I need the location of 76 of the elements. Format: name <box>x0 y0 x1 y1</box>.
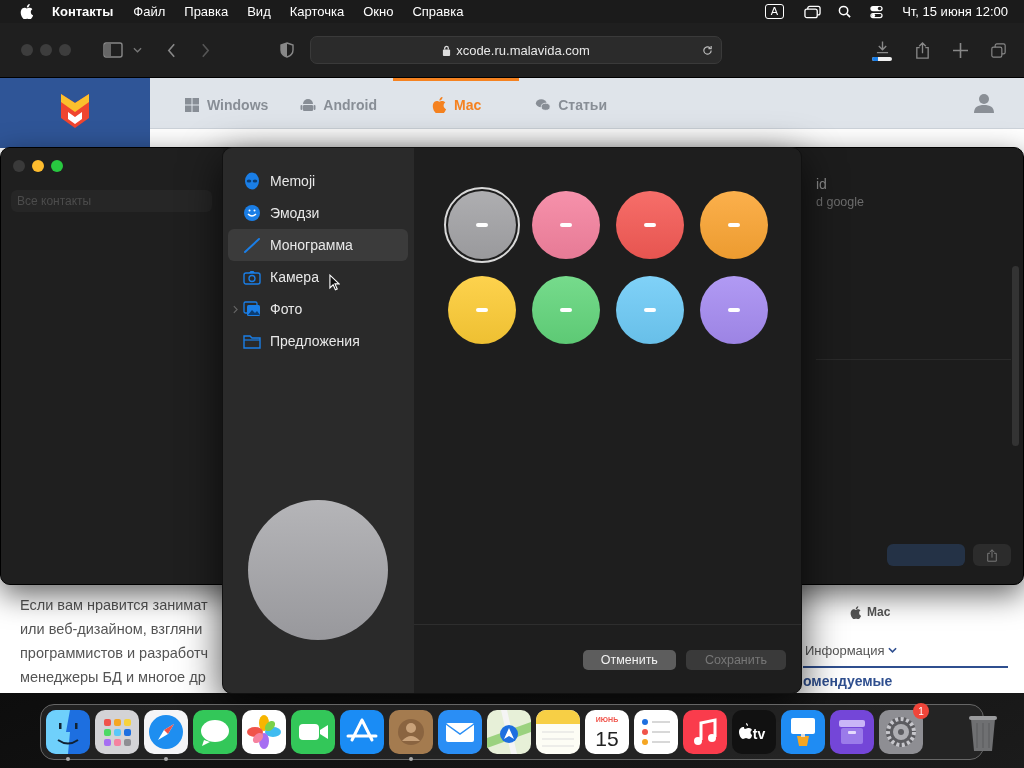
search-icon[interactable] <box>838 5 852 18</box>
checklist-icon[interactable] <box>634 710 678 754</box>
notepad-icon[interactable] <box>536 710 580 754</box>
back-icon[interactable] <box>167 42 176 58</box>
envelope-icon[interactable] <box>438 710 482 754</box>
menu-item[interactable]: Справка <box>412 4 464 19</box>
section-heading: омендуемые <box>803 673 893 689</box>
shield-icon[interactable] <box>280 42 294 58</box>
app-store-icon[interactable] <box>340 710 384 754</box>
reload-icon[interactable] <box>702 44 713 56</box>
tv-app-icon[interactable]: tv <box>732 710 776 754</box>
menu-item[interactable]: Окно <box>363 4 394 19</box>
folder-icon <box>243 332 261 350</box>
notification-badge: 1 <box>913 703 929 719</box>
pencil-line-icon <box>243 236 261 254</box>
menu-item[interactable]: Правка <box>184 4 229 19</box>
photos-icon <box>243 300 261 318</box>
robot-icon <box>300 96 317 113</box>
tabs-overview-icon[interactable] <box>991 41 1006 59</box>
map-icon[interactable] <box>487 710 531 754</box>
address-book-icon[interactable] <box>389 710 433 754</box>
box-icon[interactable] <box>830 710 874 754</box>
menu-item[interactable]: Файл <box>133 4 166 19</box>
apple-icon <box>430 96 447 113</box>
flower-icon[interactable] <box>242 710 286 754</box>
chevron-down-icon[interactable] <box>887 647 897 653</box>
source-list-item[interactable]: Камера <box>228 261 408 293</box>
apple-logo-icon[interactable] <box>20 4 33 19</box>
download-icon[interactable] <box>875 39 889 54</box>
video-camera-icon[interactable] <box>291 710 335 754</box>
menu-item[interactable]: Карточка <box>289 4 345 19</box>
contact-detail-text: d google <box>816 195 865 209</box>
control-center-icon[interactable] <box>868 4 886 19</box>
smiley-icon <box>243 204 261 222</box>
speech-bubbles-icon <box>535 96 552 113</box>
source-list-item[interactable]: Предложения <box>228 325 408 357</box>
speech-bubble-icon[interactable] <box>193 710 237 754</box>
monogram-color-option[interactable] <box>444 187 520 263</box>
windows-logo-icon <box>184 96 200 113</box>
podium-icon[interactable] <box>781 710 825 754</box>
app-grid-icon[interactable] <box>95 710 139 754</box>
alien-head-icon <box>243 172 261 190</box>
app-menu[interactable]: Контакты <box>52 4 114 19</box>
source-list-item[interactable]: Memoji <box>228 165 408 197</box>
contact-detail-text: id <box>816 176 828 192</box>
apple-icon <box>850 605 861 619</box>
source-list-item[interactable]: Эмодзи <box>228 197 408 229</box>
lock-icon <box>442 44 452 56</box>
music-note-icon[interactable] <box>683 710 727 754</box>
source-list-item[interactable]: Монограмма <box>228 229 408 261</box>
site-logo-icon[interactable] <box>59 92 91 130</box>
platform-label: Mac <box>867 605 891 619</box>
article-paragraph: Если вам нравится занимат или веб-дизайном, взгляни программистов и разработч менеджеры БД и многое др <box>20 596 210 687</box>
windows-icon[interactable] <box>804 4 822 19</box>
menu-item[interactable]: Вид <box>247 4 271 19</box>
camera-icon <box>243 268 261 286</box>
minimize-window-button[interactable] <box>32 160 44 172</box>
smiling-face-icon[interactable] <box>46 710 90 754</box>
share-button[interactable] <box>973 544 1011 566</box>
compass-icon[interactable] <box>144 710 188 754</box>
url-text: xcode.ru.malavida.com <box>456 42 590 58</box>
info-link[interactable]: Информация <box>805 642 885 658</box>
menu-bar-clock[interactable]: Чт, 15 июня 12:00 <box>902 4 1008 19</box>
share-icon[interactable] <box>915 41 930 59</box>
plus-icon[interactable] <box>953 41 968 59</box>
zoom-window-button[interactable] <box>51 160 63 172</box>
share-icon <box>987 548 997 562</box>
address-field[interactable]: xcode.ru.malavida.com <box>310 36 722 64</box>
user-account-icon[interactable] <box>974 93 994 113</box>
source-list-item[interactable]: Фото <box>228 293 408 325</box>
sidebar-icon[interactable] <box>103 42 123 58</box>
input-source-indicator[interactable]: A <box>764 4 785 19</box>
scrollbar[interactable] <box>1012 266 1019 446</box>
chevron-down-icon[interactable] <box>133 47 142 53</box>
dialog-button[interactable]: Отменить <box>582 650 676 670</box>
pointer-cursor-icon <box>329 274 340 291</box>
